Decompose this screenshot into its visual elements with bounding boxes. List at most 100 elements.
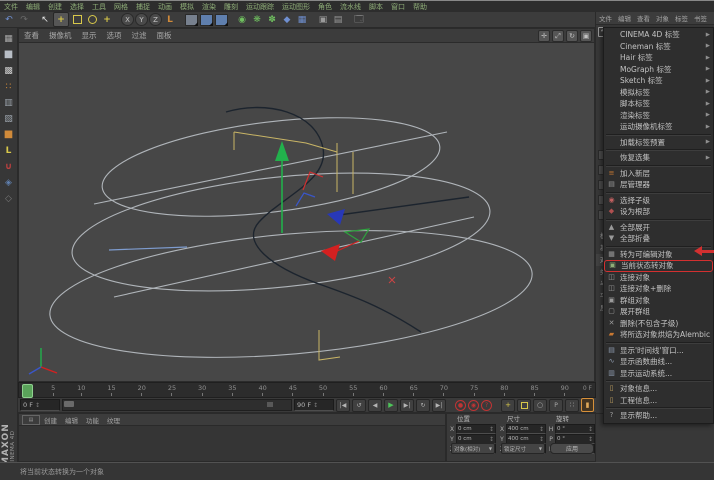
menu-edit[interactable]: 编辑 bbox=[22, 2, 44, 12]
last-tool-icon[interactable]: + bbox=[100, 13, 114, 26]
viewport-menu-display[interactable]: 显示 bbox=[77, 30, 102, 41]
menu-render[interactable]: 渲染 bbox=[198, 2, 220, 12]
render-settings-icon[interactable]: ▤ bbox=[331, 13, 345, 26]
menu-sculpt[interactable]: 雕刻 bbox=[220, 2, 242, 12]
menu-pipeline[interactable]: 流水线 bbox=[336, 2, 365, 12]
zoom-view-icon[interactable]: ⤢ bbox=[552, 30, 564, 42]
menu-mesh[interactable]: 网格 bbox=[110, 2, 132, 12]
menu-motion-tracker[interactable]: 运动跟踪 bbox=[242, 2, 278, 12]
menu-item-sketch-tags[interactable]: Sketch 标签 ▶ bbox=[604, 75, 713, 87]
point-mode-icon[interactable]: ∷ bbox=[2, 80, 16, 93]
om-menu-bookmarks[interactable]: 书签 bbox=[691, 13, 710, 23]
z-axis-arrow[interactable] bbox=[327, 209, 345, 225]
menu-item-hair-tags[interactable]: Hair 标签 ▶ bbox=[604, 52, 713, 64]
play-button[interactable]: ▶ bbox=[384, 398, 398, 412]
viewport-menu-cameras[interactable]: 摄像机 bbox=[44, 30, 77, 41]
menu-item-c4d-tags[interactable]: CINEMA 4D 标签 ▶ bbox=[604, 29, 713, 41]
menu-item-simulation-tags[interactable]: 模拟标签 ▶ bbox=[604, 87, 713, 99]
menu-item-load-tag-preset[interactable]: 加载标签预置 ▶ bbox=[604, 137, 713, 149]
menu-item-current-state-to-object[interactable]: ▣ 当前状态转对象 bbox=[604, 260, 713, 272]
spinner-icon[interactable]: ↕ bbox=[35, 402, 40, 409]
om-menu-view[interactable]: 查看 bbox=[634, 13, 653, 23]
rotation-h-field[interactable]: 0 ° ↕ bbox=[555, 424, 595, 434]
model-mode-icon[interactable]: ■ bbox=[2, 48, 16, 61]
record-pla-toggle[interactable]: ∷ bbox=[565, 398, 579, 412]
record-position-toggle[interactable]: + bbox=[501, 398, 515, 412]
display-icon[interactable]: 🗔 bbox=[352, 13, 366, 26]
menu-item-group-objects[interactable]: ▣ 群组对象 bbox=[604, 295, 713, 307]
mat-menu-create[interactable]: 创建 bbox=[40, 415, 61, 425]
material-manager[interactable]: ▤ 创建 编辑 功能 纹理 bbox=[18, 413, 446, 462]
undo-icon[interactable]: ↶ bbox=[2, 13, 16, 26]
make-editable-icon[interactable]: ▦ bbox=[2, 32, 16, 45]
axis-x-button[interactable]: X bbox=[121, 13, 134, 26]
menu-item-delete-without-children[interactable]: ✕ 删除(不包含子级) bbox=[604, 318, 713, 330]
frame-range-slider[interactable] bbox=[62, 399, 292, 411]
om-menu-tags[interactable]: 标签 bbox=[672, 13, 691, 23]
axis-gizmo[interactable] bbox=[275, 141, 371, 261]
light-icon[interactable]: ▦ bbox=[295, 13, 309, 26]
axis-y-button[interactable]: Y bbox=[135, 13, 148, 26]
spinner-icon[interactable]: ↕ bbox=[313, 402, 318, 409]
record-scale-toggle[interactable] bbox=[517, 398, 531, 412]
menu-window[interactable]: 窗口 bbox=[387, 2, 409, 12]
go-to-end-button[interactable]: ▶| bbox=[432, 398, 446, 412]
coordinate-system-icon[interactable]: L bbox=[163, 13, 177, 26]
menu-item-scripting-tags[interactable]: 脚本标签 ▶ bbox=[604, 98, 713, 110]
go-to-start-button[interactable]: |◀ bbox=[336, 398, 350, 412]
om-menu-file[interactable]: 文件 bbox=[596, 13, 615, 23]
add-spline-icon[interactable] bbox=[199, 13, 213, 26]
toggle-view-icon[interactable]: ▣ bbox=[580, 30, 592, 42]
menu-item-unfold-all[interactable]: ▲ 全部展开 bbox=[604, 222, 713, 234]
keyframe-mode-button[interactable]: ▮ bbox=[581, 398, 594, 412]
menu-select[interactable]: 选择 bbox=[66, 2, 88, 12]
menu-create[interactable]: 创建 bbox=[44, 2, 66, 12]
menu-snap[interactable]: 捕捉 bbox=[132, 2, 154, 12]
move-tool-icon[interactable]: + bbox=[53, 12, 69, 27]
viewport-menu-filter[interactable]: 过滤 bbox=[127, 30, 152, 41]
menu-animate[interactable]: 动画 bbox=[154, 2, 176, 12]
axis-z-button[interactable]: Z bbox=[149, 13, 162, 26]
viewport-canvas[interactable] bbox=[19, 42, 594, 381]
spline-tangent[interactable] bbox=[108, 246, 188, 251]
range-start-handle[interactable] bbox=[64, 401, 74, 407]
record-rotation-toggle[interactable]: ○ bbox=[533, 398, 547, 412]
menu-item-show-motion-system[interactable]: ▥ 显示运动系统... bbox=[604, 368, 713, 380]
play-backwards-button[interactable]: ↺ bbox=[352, 398, 366, 412]
om-menu-objects[interactable]: 对象 bbox=[653, 13, 672, 23]
deformer-icon[interactable]: ❋ bbox=[250, 13, 264, 26]
menu-mograph[interactable]: 运动图形 bbox=[278, 2, 314, 12]
polygon-mode-icon[interactable]: ▧ bbox=[2, 112, 16, 125]
menu-item-mograph-tags[interactable]: MoGraph 标签 ▶ bbox=[604, 64, 713, 76]
size-x-field[interactable]: 400 cm ↕ bbox=[506, 424, 546, 434]
rotate-view-icon[interactable]: ↻ bbox=[566, 30, 578, 42]
end-frame-field[interactable]: 90 F ↕ bbox=[294, 399, 334, 411]
select-tool-icon[interactable]: ↖ bbox=[38, 13, 52, 26]
texture-mode-icon[interactable]: ▩ bbox=[2, 64, 16, 77]
menu-item-cineman-tags[interactable]: Cineman 标签 ▶ bbox=[604, 41, 713, 53]
viewport-menu-panel[interactable]: 面板 bbox=[152, 30, 177, 41]
axis-mode-icon[interactable]: L bbox=[2, 144, 16, 157]
menu-help[interactable]: 帮助 bbox=[409, 2, 431, 12]
mat-menu-texture[interactable]: 纹理 bbox=[103, 415, 124, 425]
y-axis-arrow[interactable] bbox=[275, 141, 289, 161]
menu-item-connect-objects-delete[interactable]: ◫ 连接对象+删除 bbox=[604, 283, 713, 295]
pan-view-icon[interactable]: ✛ bbox=[538, 30, 550, 42]
menu-item-render-tags[interactable]: 渲染标签 ▶ bbox=[604, 110, 713, 122]
range-end-handle[interactable] bbox=[267, 402, 273, 407]
record-parameter-toggle[interactable]: P bbox=[549, 398, 563, 412]
previous-frame-button[interactable]: ◀ bbox=[368, 398, 382, 412]
timeline-ruler[interactable]: 0 5 10 15 20 25 30 35 40 45 50 55 60 65 … bbox=[18, 382, 596, 398]
menu-item-motion-camera-tags[interactable]: 运动摄像机标签 ▶ bbox=[604, 121, 713, 133]
render-view-icon[interactable]: ▣ bbox=[316, 13, 330, 26]
x-axis-arrow[interactable] bbox=[321, 244, 340, 261]
position-x-field[interactable]: 0 cm ↕ bbox=[456, 424, 496, 434]
texture-sphere-icon[interactable]: ◈ bbox=[2, 176, 16, 189]
menu-character[interactable]: 角色 bbox=[314, 2, 336, 12]
add-primitive-icon[interactable] bbox=[184, 13, 198, 26]
point-marker[interactable] bbox=[388, 276, 396, 284]
playhead[interactable] bbox=[22, 384, 33, 398]
snap-magnet-icon[interactable]: ∪ bbox=[2, 160, 16, 173]
menu-item-show-fcurves[interactable]: ∿ 显示函数曲线... bbox=[604, 356, 713, 368]
menu-item-restore-selection[interactable]: 恢复选集 ▶ bbox=[604, 152, 713, 164]
